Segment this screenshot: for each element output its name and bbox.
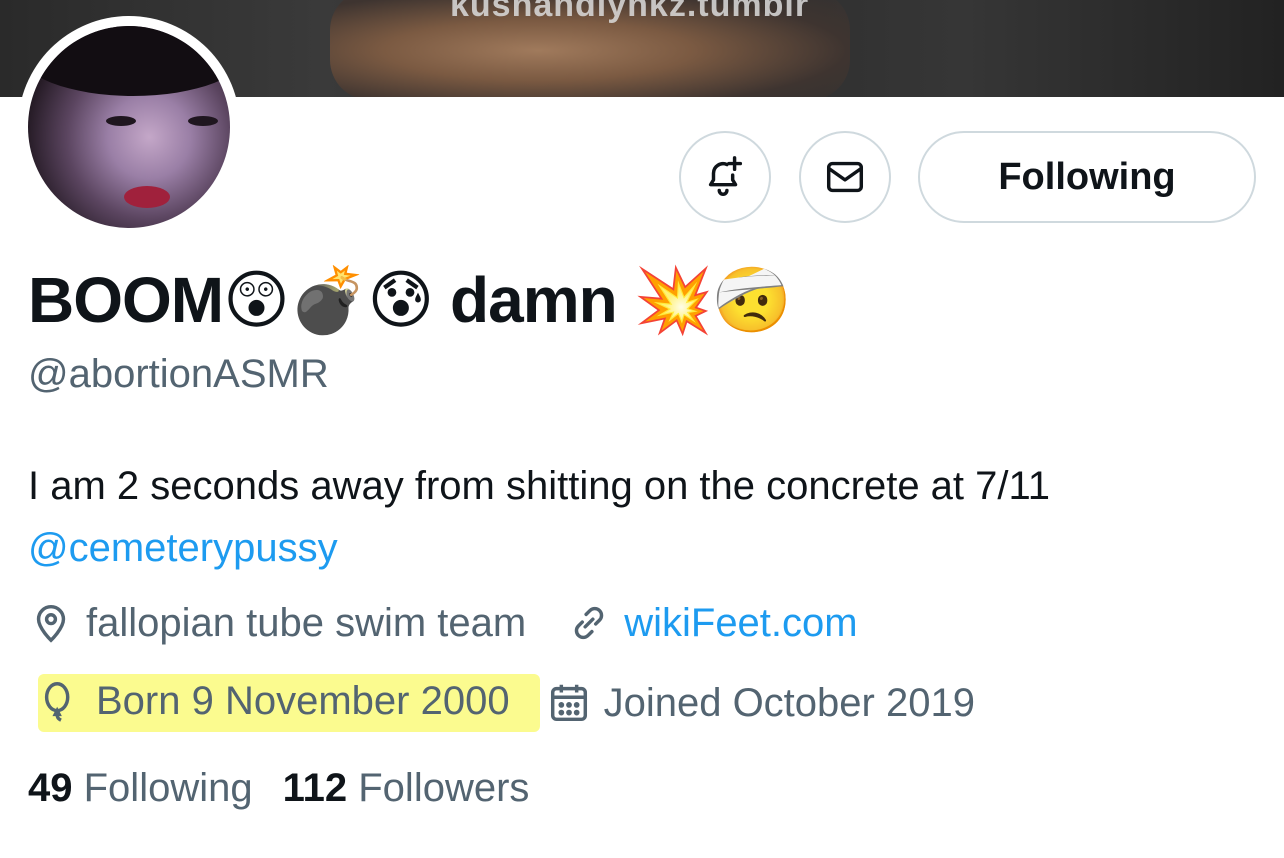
message-button[interactable] xyxy=(799,131,891,223)
location-pin-icon xyxy=(36,604,66,643)
joined-text: Joined October 2019 xyxy=(603,680,975,725)
following-count: 49 xyxy=(28,766,73,810)
avatar[interactable] xyxy=(18,16,240,238)
envelope-icon xyxy=(826,161,864,193)
joined-date: Joined October 2019 xyxy=(546,680,975,726)
followers-stat[interactable]: 112 Followers xyxy=(283,766,530,810)
bio-mention-link[interactable]: @cemeterypussy xyxy=(28,517,1268,579)
location-text: fallopian tube swim team xyxy=(86,600,527,645)
avatar-photo xyxy=(28,26,230,228)
birthday: Born 9 November 2000 xyxy=(38,674,540,732)
followers-count: 112 xyxy=(282,766,348,810)
banner-watermark: kushandlynkz.tumblr xyxy=(450,0,810,24)
calendar-icon xyxy=(550,684,587,722)
link-icon xyxy=(575,606,604,640)
profile-meta-row-1: fallopian tube swim team wikiFeet.com xyxy=(28,600,858,646)
website[interactable]: wikiFeet.com xyxy=(566,600,858,646)
follow-stats: 49 Following 112 Followers xyxy=(28,766,529,811)
bell-plus-icon xyxy=(708,156,743,196)
followers-label: Followers xyxy=(358,766,530,810)
display-name: BOOM😲💣😰 damn 💥🤕 xyxy=(28,264,792,336)
following-label: Following xyxy=(83,766,253,810)
birthday-text: Born 9 November 2000 xyxy=(96,678,510,723)
location: fallopian tube swim team xyxy=(28,600,526,646)
profile-handle: @abortionASMR xyxy=(28,352,329,396)
notify-button[interactable] xyxy=(679,131,771,223)
website-link[interactable]: wikiFeet.com xyxy=(624,601,857,646)
profile-meta-row-2: Born 9 November 2000 Joined October 2019 xyxy=(28,674,975,732)
profile-bio: I am 2 seconds away from shitting on the… xyxy=(28,455,1268,579)
following-stat[interactable]: 49 Following xyxy=(28,766,253,810)
bio-text: I am 2 seconds away from shitting on the… xyxy=(28,464,1051,508)
balloon-icon xyxy=(44,682,70,722)
following-button[interactable]: Following xyxy=(918,131,1256,223)
